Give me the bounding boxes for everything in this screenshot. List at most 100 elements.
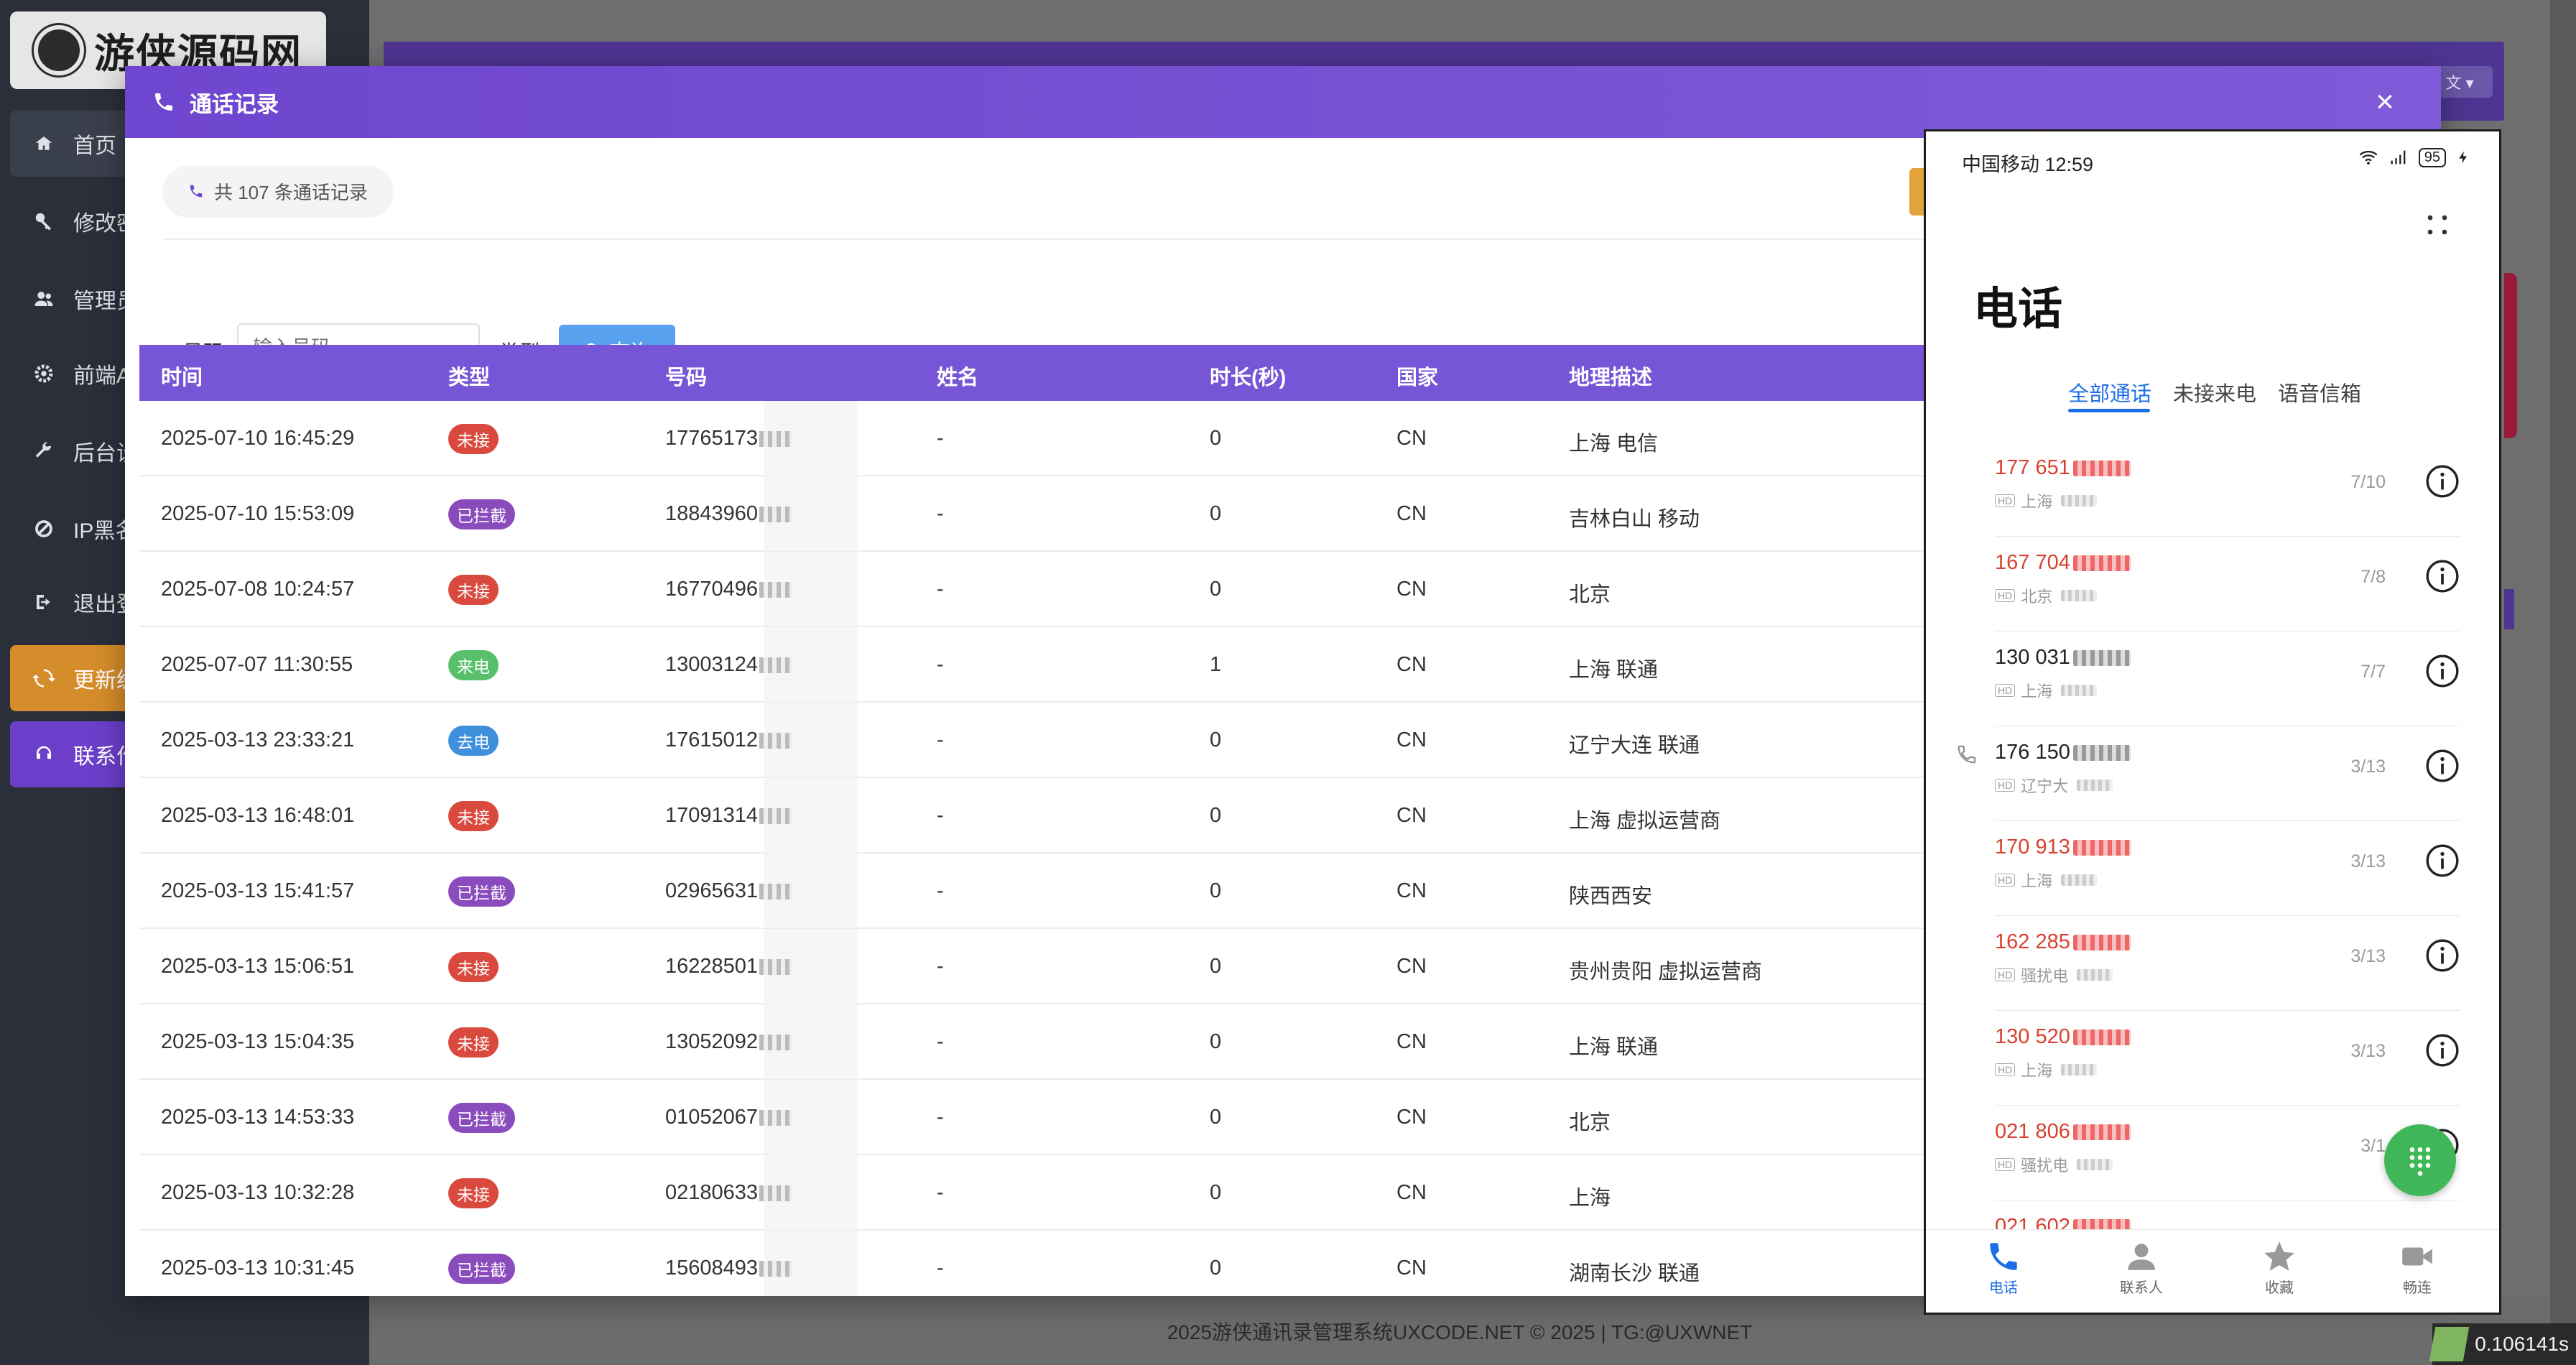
cell-country: CN [1396,502,1427,525]
cell-name: - [937,502,944,525]
call-log-item[interactable]: 130 520 HD 上海 3/13 [1926,1011,2499,1106]
cell-name: - [937,955,944,978]
dialpad-button[interactable] [2384,1124,2456,1196]
active-tab-indicator [2068,409,2150,412]
nav-phone[interactable]: 电话 [1960,1239,2047,1297]
redacted-digits [2072,650,2131,667]
cell-geo: 上海 [1569,1187,1611,1210]
redacted-digits [2072,555,2131,572]
cell-number-text: 16228501 [665,955,759,978]
cell-geo: 北京 [1569,583,1611,606]
tab-voicemail[interactable]: 语音信箱 [2278,377,2361,407]
call-log-item[interactable]: 177 651 HD 上海 7/10 [1926,442,2499,537]
call-location-text: 北京 [2021,588,2053,606]
logo-mark-icon [34,25,84,75]
nav-favorites[interactable]: 收藏 [2236,1239,2322,1297]
cell-country: CN [1396,653,1427,676]
cell-number: 16228501 [665,955,793,978]
cell-duration: 0 [1210,1030,1222,1053]
close-icon[interactable]: × [2366,83,2404,121]
phone-bottom-nav: 电话 联系人 收藏 畅连 [1926,1229,2499,1313]
users-icon [32,287,56,311]
info-icon[interactable] [2424,843,2460,879]
cell-number: 16770496 [665,578,793,601]
call-location-text: 上海 [2021,1062,2053,1080]
call-number: 177 651 [1995,456,2131,480]
phone-app-title: 电话 [1973,284,2063,334]
cell-time: 2025-03-13 15:41:57 [161,879,355,902]
cell-country: CN [1396,1030,1427,1053]
cell-time: 2025-03-13 23:33:21 [161,728,355,751]
status-bar-carrier-time: 中国移动 12:59 [1962,154,2094,175]
page-scrollbar[interactable] [2550,0,2576,1365]
more-options-icon[interactable] [2423,210,2452,239]
cell-time: 2025-03-13 15:04:35 [161,1030,355,1053]
table-row: 2025-03-13 16:48:01 未接 17091314 - 0 CN 上海 虚拟运营… [139,778,2007,853]
charging-icon [2459,151,2467,164]
redacted-location [2061,495,2098,506]
table-row: 2025-03-13 15:41:57 已拦截 02965631 - 0 CN 陕西西安 [139,853,2007,929]
phone-icon [190,185,203,198]
cell-time: 2025-03-13 10:32:28 [161,1181,355,1204]
info-icon[interactable] [2424,558,2460,594]
redacted-digits [759,733,793,749]
status-bar-icons: 95 [2358,147,2470,167]
nav-meetime[interactable]: 畅连 [2374,1239,2460,1297]
redacted-digits [759,1185,793,1202]
column-header: 时长(秒) [1210,366,1287,389]
redacted-digits [759,1110,793,1126]
redacted-digits [759,884,793,900]
cell-duration: 0 [1210,804,1222,827]
cell-name: - [937,427,944,450]
cell-country: CN [1396,1257,1427,1280]
info-icon[interactable] [2424,653,2460,689]
info-icon[interactable] [2424,1032,2460,1068]
call-number: 021 806 [1995,1120,2131,1144]
call-log-item[interactable]: 170 913 HD 上海 3/13 [1926,821,2499,916]
call-date: 3/13 [2350,1041,2386,1061]
cell-number-text: 02180633 [665,1181,759,1204]
call-log-item[interactable]: 176 150 HD 辽宁大 3/13 [1926,726,2499,821]
cell-duration: 0 [1210,955,1222,978]
modal-header: 通话记录 [125,66,2441,138]
redacted-digits [759,959,793,976]
cell-number-text: 02965631 [665,879,759,902]
call-type-badge: 去电 [448,726,499,756]
tab-missed-calls[interactable]: 未接来电 [2173,377,2256,407]
call-log-item[interactable]: 162 285 HD 骚扰电 3/13 [1926,916,2499,1011]
column-header: 姓名 [937,366,979,389]
call-number: 130 031 [1995,646,2131,670]
redacted-location [2061,685,2098,696]
call-type-badge: 未接 [448,1178,499,1208]
call-location: HD 上海 [1995,489,2098,512]
nav-contacts[interactable]: 联系人 [2098,1239,2184,1297]
cell-time: 2025-03-13 16:48:01 [161,804,355,827]
call-location-text: 上海 [2021,493,2053,511]
column-header: 地理描述 [1569,366,1653,389]
info-icon[interactable] [2424,463,2460,499]
info-icon[interactable] [2424,938,2460,973]
call-date: 7/8 [2360,567,2386,587]
cell-name: - [937,1181,944,1204]
info-icon[interactable] [2424,748,2460,784]
cell-number: 13003124 [665,653,793,677]
dialpad-icon [2409,1147,2431,1176]
cell-duration: 0 [1210,879,1222,902]
redacted-digits [2072,935,2131,951]
call-number: 162 285 [1995,930,2131,954]
cell-country: CN [1396,1106,1427,1129]
call-log-item[interactable]: 167 704 HD 北京 7/8 [1926,537,2499,631]
column-header: 号码 [665,366,708,389]
table-row: 2025-03-13 10:31:45 已拦截 15608493 - 0 CN 湖南长沙 联… [139,1231,2007,1296]
signal-icon [2391,150,2406,165]
redacted-digits [2072,461,2131,477]
cell-time: 2025-07-10 15:53:09 [161,502,355,525]
sidebar-item-label: 首页 [73,134,116,158]
call-number-text: 167 704 [1995,551,2070,574]
call-log-item[interactable]: 130 031 HD 上海 7/7 [1926,631,2499,726]
cell-number: 15608493 [665,1257,793,1280]
table-row: 2025-03-13 15:04:35 未接 13052092 - 0 CN 上海 联通 [139,1004,2007,1080]
redacted-location [2077,1159,2113,1170]
tab-all-calls[interactable]: 全部通话 [2068,377,2151,407]
back-page-card-edge [2504,589,2514,629]
